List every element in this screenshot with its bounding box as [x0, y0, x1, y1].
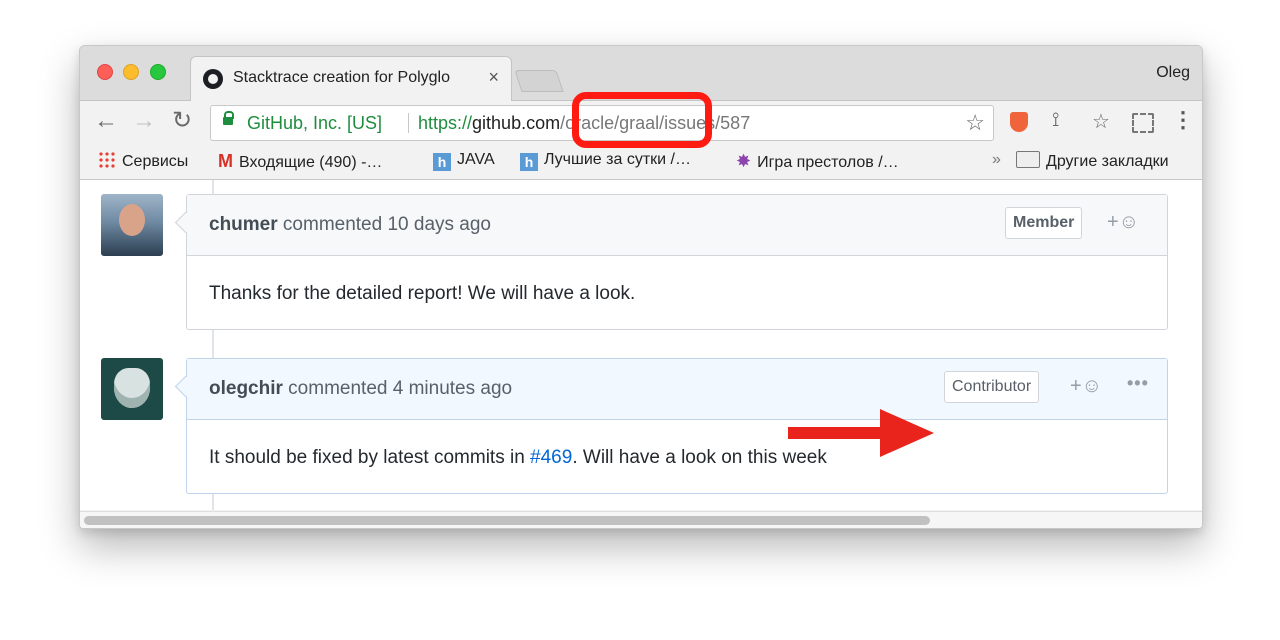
- bookmarks-overflow-button[interactable]: »: [992, 151, 1001, 169]
- bookmark-label: Лучшие за сутки /…: [544, 151, 691, 168]
- horizontal-scrollbar[interactable]: [80, 511, 1202, 528]
- forward-button[interactable]: →: [132, 109, 156, 133]
- bookmarks-bar: Сервисы M Входящие (490) -… h JAVA h Лучшие…: [80, 143, 1202, 180]
- annotation-arrow-head: [880, 409, 934, 457]
- comment-body: Thanks for the detailed report! We will …: [209, 283, 636, 304]
- annotation-arrow-shaft: [788, 427, 888, 439]
- minimize-window-button[interactable]: [123, 64, 139, 80]
- lock-icon: [223, 111, 234, 125]
- ublock-shield-icon[interactable]: [1010, 112, 1028, 132]
- other-bookmarks[interactable]: Другие закладки: [1016, 151, 1169, 171]
- h-icon: h: [520, 153, 538, 171]
- zoom-window-button[interactable]: [150, 64, 166, 80]
- comment-time[interactable]: commented 10 days ago: [278, 214, 491, 235]
- chrome-menu-icon[interactable]: ⋮: [1172, 107, 1194, 133]
- comment-text: . Will have a look on this week: [572, 447, 827, 468]
- comment-author[interactable]: olegchir: [209, 378, 283, 399]
- bookmark-label: JAVA: [457, 151, 495, 168]
- comment-header: chumer commented 10 days ago Member +☺: [187, 195, 1167, 256]
- comment-time[interactable]: commented 4 minutes ago: [283, 378, 512, 399]
- bookmark-best[interactable]: h Лучшие за сутки /…: [520, 151, 691, 171]
- url-scheme: https://: [418, 113, 473, 133]
- tab-title: Stacktrace creation for Polyglo: [233, 69, 450, 86]
- reload-button[interactable]: ↻: [172, 109, 192, 133]
- rss-add-icon[interactable]: ⟟: [1052, 109, 1059, 132]
- add-reaction-icon[interactable]: +☺: [1107, 211, 1139, 234]
- more-options-icon[interactable]: •••: [1127, 373, 1149, 394]
- bookmark-label: Входящие (490) -…: [239, 154, 383, 171]
- comment-meta: olegchir commented 4 minutes ago: [209, 378, 512, 400]
- close-window-button[interactable]: [97, 64, 113, 80]
- url-host: github.com: [472, 113, 561, 133]
- github-icon: [203, 69, 223, 89]
- avatar[interactable]: [101, 194, 163, 256]
- bookmark-label: Сервисы: [122, 153, 189, 170]
- page-content: chumer commented 10 days ago Member +☺ T…: [80, 180, 1202, 510]
- back-button[interactable]: ←: [94, 109, 118, 133]
- apps-grid-icon: [98, 151, 116, 169]
- folder-icon: [1016, 151, 1040, 168]
- bookmark-java[interactable]: h JAVA: [433, 151, 495, 171]
- annotation-highlight-box: [572, 92, 712, 148]
- comment-author[interactable]: chumer: [209, 214, 278, 235]
- member-badge: Member: [1005, 207, 1083, 239]
- secure-origin-label: GitHub, Inc. [US]: [247, 113, 383, 133]
- add-reaction-icon[interactable]: +☺: [1070, 375, 1102, 398]
- star-burst-icon: ✸: [736, 151, 752, 171]
- bookmark-apps[interactable]: Сервисы: [98, 151, 188, 171]
- browser-tab[interactable]: Stacktrace creation for Polyglo ×: [190, 56, 512, 101]
- star-extension-icon[interactable]: ☆: [1092, 109, 1110, 134]
- avatar[interactable]: [101, 358, 163, 420]
- comment-box: chumer commented 10 days ago Member +☺ T…: [186, 194, 1168, 330]
- address-separator: [408, 113, 409, 133]
- comment-text: It should be fixed by latest commits in: [209, 447, 531, 468]
- bookmark-gmail[interactable]: M Входящие (490) -…: [218, 151, 382, 172]
- horizontal-scrollbar-thumb[interactable]: [84, 516, 930, 525]
- gmail-icon: M: [218, 151, 233, 171]
- profile-name[interactable]: Oleg: [1156, 64, 1190, 82]
- issue-link[interactable]: #469: [530, 447, 572, 468]
- contributor-badge: Contributor: [944, 371, 1040, 403]
- h-icon: h: [433, 153, 451, 171]
- comment-box: olegchir commented 4 minutes ago Contrib…: [186, 358, 1168, 494]
- comment-body: It should be fixed by latest commits in …: [209, 447, 827, 469]
- comment-header: olegchir commented 4 minutes ago Contrib…: [187, 359, 1167, 420]
- bookmark-star-icon[interactable]: ☆: [965, 110, 985, 136]
- comment-meta: chumer commented 10 days ago: [209, 214, 491, 236]
- screenshot-extension-icon[interactable]: [1132, 113, 1154, 133]
- bookmark-label: Игра престолов /…: [757, 154, 899, 171]
- other-bookmarks-label: Другие закладки: [1046, 153, 1169, 170]
- tab-close-icon[interactable]: ×: [488, 67, 499, 88]
- bookmark-got[interactable]: ✸ Игра престолов /…: [736, 151, 899, 172]
- new-tab-button[interactable]: [514, 70, 564, 92]
